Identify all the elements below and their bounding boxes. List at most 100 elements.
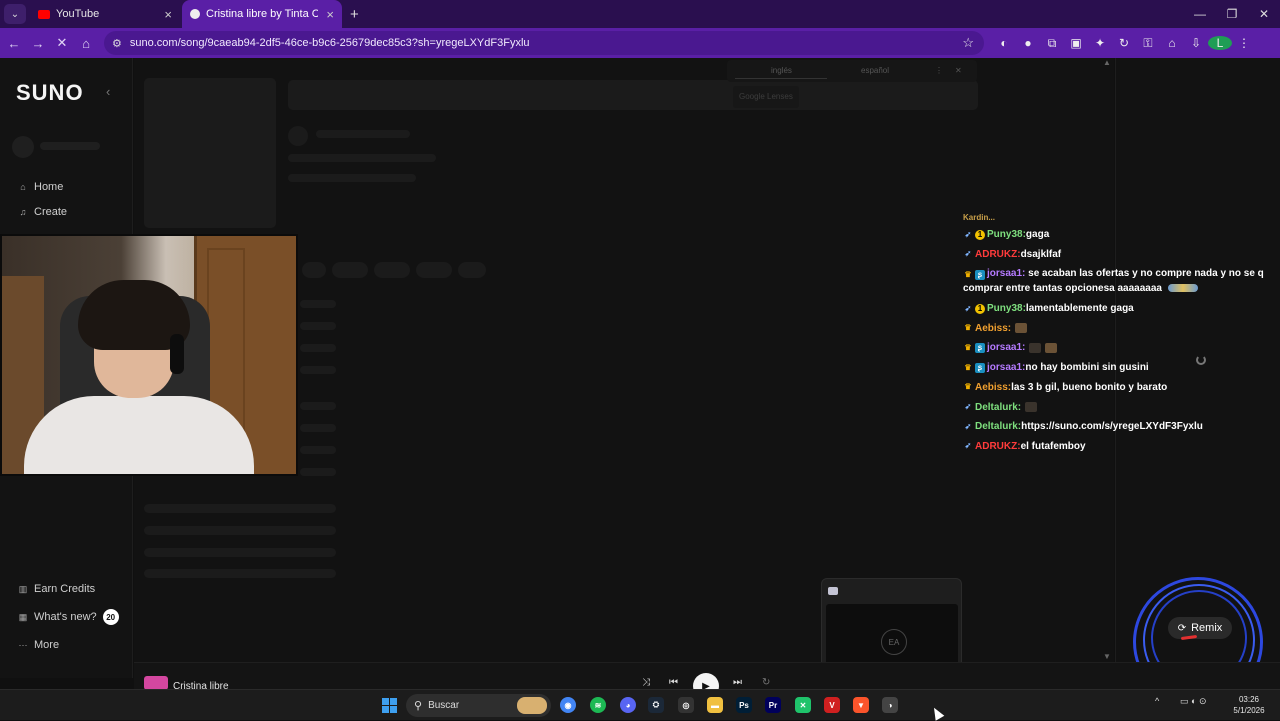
sidebar-item-more[interactable]: ··· More: [17, 639, 60, 651]
key-icon[interactable]: ⚿: [1136, 36, 1160, 51]
voicemeeter-icon[interactable]: V: [824, 697, 840, 713]
chat-truncated-message: Kardin...: [963, 213, 996, 222]
youtube-icon: [38, 9, 50, 19]
rocket-badge-icon: ➶: [964, 421, 972, 431]
close-window-icon[interactable]: ✕: [1248, 7, 1280, 21]
stop-loading-icon[interactable]: ✕: [50, 35, 74, 51]
sidebar-item-home[interactable]: ⌂ Home: [17, 181, 63, 193]
tab-ingles[interactable]: inglés: [771, 66, 792, 75]
chat-text: las 3 b gil, bueno bonito y barato: [1011, 381, 1168, 393]
shuffle-icon[interactable]: ⤨: [642, 677, 650, 688]
sidebar-item-create[interactable]: ♫ Create: [17, 206, 67, 218]
minimize-icon[interactable]: —: [1184, 7, 1216, 21]
steam-icon[interactable]: ⛭: [648, 697, 664, 713]
chat-username[interactable]: Aebiss: [975, 380, 1008, 395]
github-icon[interactable]: ◎: [678, 697, 694, 713]
rocket-badge-icon: ➶: [964, 249, 972, 259]
extension-icon[interactable]: ▣: [1064, 36, 1088, 50]
extension-icon[interactable]: ◐: [992, 36, 1016, 50]
tray-icons[interactable]: ▭ ◐ ⊙: [1180, 696, 1206, 707]
obs-icon[interactable]: ◑: [882, 697, 898, 713]
bookmark-star-icon[interactable]: ☆: [962, 35, 974, 51]
gem-badge-icon: ʂ: [975, 270, 985, 281]
new-tab-button[interactable]: +: [350, 6, 359, 23]
extension-icon[interactable]: ⌂: [1160, 36, 1184, 50]
scroll-up-icon[interactable]: ▲: [1103, 58, 1111, 67]
menu-icon[interactable]: ⋮: [1232, 36, 1256, 50]
photoshop-icon[interactable]: Ps: [736, 697, 752, 713]
premiere-icon[interactable]: Pr: [765, 697, 781, 713]
back-icon[interactable]: ←: [2, 36, 26, 51]
tab-search-button[interactable]: ⌄: [4, 4, 26, 24]
tray-overflow-icon[interactable]: ^: [1155, 696, 1159, 706]
brave-icon[interactable]: ▼: [853, 697, 869, 713]
taskbar-search[interactable]: ⚲ Buscar: [406, 694, 551, 717]
extension-icon[interactable]: ●: [1016, 36, 1040, 50]
profile-wrapper: L: [1208, 36, 1232, 50]
more-icon[interactable]: ⋮: [935, 66, 943, 75]
close-icon[interactable]: ✕: [955, 66, 962, 75]
chat-message: ♛ Aebiss: las 3 b gil, bueno bonito y bar…: [963, 380, 1280, 395]
chat-username[interactable]: Deltalurk: [975, 400, 1018, 415]
text-skeleton: [288, 174, 416, 182]
repeat-icon[interactable]: ↻: [762, 677, 770, 688]
chat-username[interactable]: jorsaa1: [987, 340, 1022, 355]
address-bar[interactable]: ⚙ suno.com/song/9caeab94-2df5-46ce-b9c6-…: [104, 31, 984, 55]
next-icon[interactable]: ⏭: [733, 677, 742, 688]
suno-logo[interactable]: SUNO: [16, 80, 84, 106]
close-icon[interactable]: ×: [326, 7, 334, 22]
chat-text: https://suno.com/s/yregeLXYdF3Fyxlu: [1021, 421, 1203, 433]
browser-tab-bar: ⌄ YouTube × Cristina libre by Tinta Chin…: [0, 0, 1280, 28]
suno-icon: [190, 9, 200, 19]
taskbar-clock[interactable]: 03:26 5/1/2026: [1224, 694, 1274, 716]
file-explorer-icon[interactable]: ▬: [707, 697, 723, 713]
chat-username[interactable]: Aebiss: [975, 321, 1008, 336]
discord-icon[interactable]: ◕: [620, 697, 636, 713]
sidebar-item-whats-new[interactable]: ▦ What's new? 20: [17, 609, 119, 625]
browser-toolbar: ← → ✕ ⌂ ⚙ suno.com/song/9caeab94-2df5-46…: [0, 28, 1280, 58]
restore-icon[interactable]: ❐: [1216, 7, 1248, 21]
chat-username[interactable]: ADRUKZ: [975, 247, 1017, 262]
extension-icon[interactable]: ✦: [1088, 36, 1112, 50]
extension-icons: ◐ ● ⧉ ▣ ✦ ↻ ⚿ ⌂ ⇩ L ⋮: [992, 28, 1256, 58]
site-info-icon[interactable]: ⚙: [112, 37, 122, 50]
capcut-icon[interactable]: ✕: [795, 697, 811, 713]
previous-icon[interactable]: ⏮: [669, 677, 678, 688]
tab-youtube[interactable]: YouTube ×: [30, 0, 180, 28]
close-icon[interactable]: ×: [164, 7, 172, 22]
history-icon[interactable]: ↻: [1112, 36, 1136, 50]
home-icon[interactable]: ⌂: [74, 36, 98, 51]
puzzle-icon[interactable]: ⧉: [1040, 36, 1064, 51]
tab-suno[interactable]: Cristina libre by Tinta China | S ×: [182, 0, 342, 28]
chrome-icon[interactable]: ◉: [560, 697, 576, 713]
notification-badge: 20: [102, 609, 119, 625]
chat-username[interactable]: jorsaa1: [987, 268, 1022, 279]
forward-icon[interactable]: →: [26, 36, 50, 51]
crown-badge-icon: ♛: [964, 342, 972, 352]
chat-username[interactable]: ADRUKZ: [975, 439, 1017, 454]
scroll-down-icon[interactable]: ▼: [1103, 652, 1111, 661]
crown-badge-icon: ♛: [964, 270, 972, 280]
tab-espanol[interactable]: español: [861, 66, 889, 75]
chat-username[interactable]: Deltalurk: [975, 419, 1018, 434]
text-skeleton: [316, 130, 410, 138]
download-icon[interactable]: ⇩: [1184, 36, 1208, 50]
remix-button[interactable]: ⟳ Remix: [1168, 617, 1232, 639]
search-icon: ⚲: [414, 700, 423, 712]
line-skeleton: [300, 366, 336, 374]
line-skeleton: [300, 322, 336, 330]
chip-skeleton: [458, 262, 486, 278]
collapse-sidebar-icon[interactable]: ‹: [106, 84, 110, 99]
spotify-icon[interactable]: ≋: [590, 697, 606, 713]
profile-avatar[interactable]: L: [1208, 36, 1232, 50]
windows-start-icon[interactable]: [382, 698, 397, 713]
sidebar-item-earn-credits[interactable]: ▥ Earn Credits: [17, 583, 95, 595]
line-skeleton: [144, 569, 336, 578]
chat-username[interactable]: Puny38: [987, 301, 1023, 316]
song-cover-thumbnail[interactable]: [144, 676, 168, 690]
windows-taskbar: ⚲ Buscar ◉ ≋ ◕ ⛭ ◎ ▬ Ps Pr ✕ V ▼ ◑ ^ ▭ ◐ ⊙ 03:26 5/…: [0, 689, 1280, 720]
chat-username[interactable]: jorsaa1: [987, 360, 1022, 375]
chat-username[interactable]: Puny38: [987, 227, 1023, 242]
sidebar-item-label: Home: [34, 181, 64, 193]
avatar-skeleton: [12, 136, 34, 158]
